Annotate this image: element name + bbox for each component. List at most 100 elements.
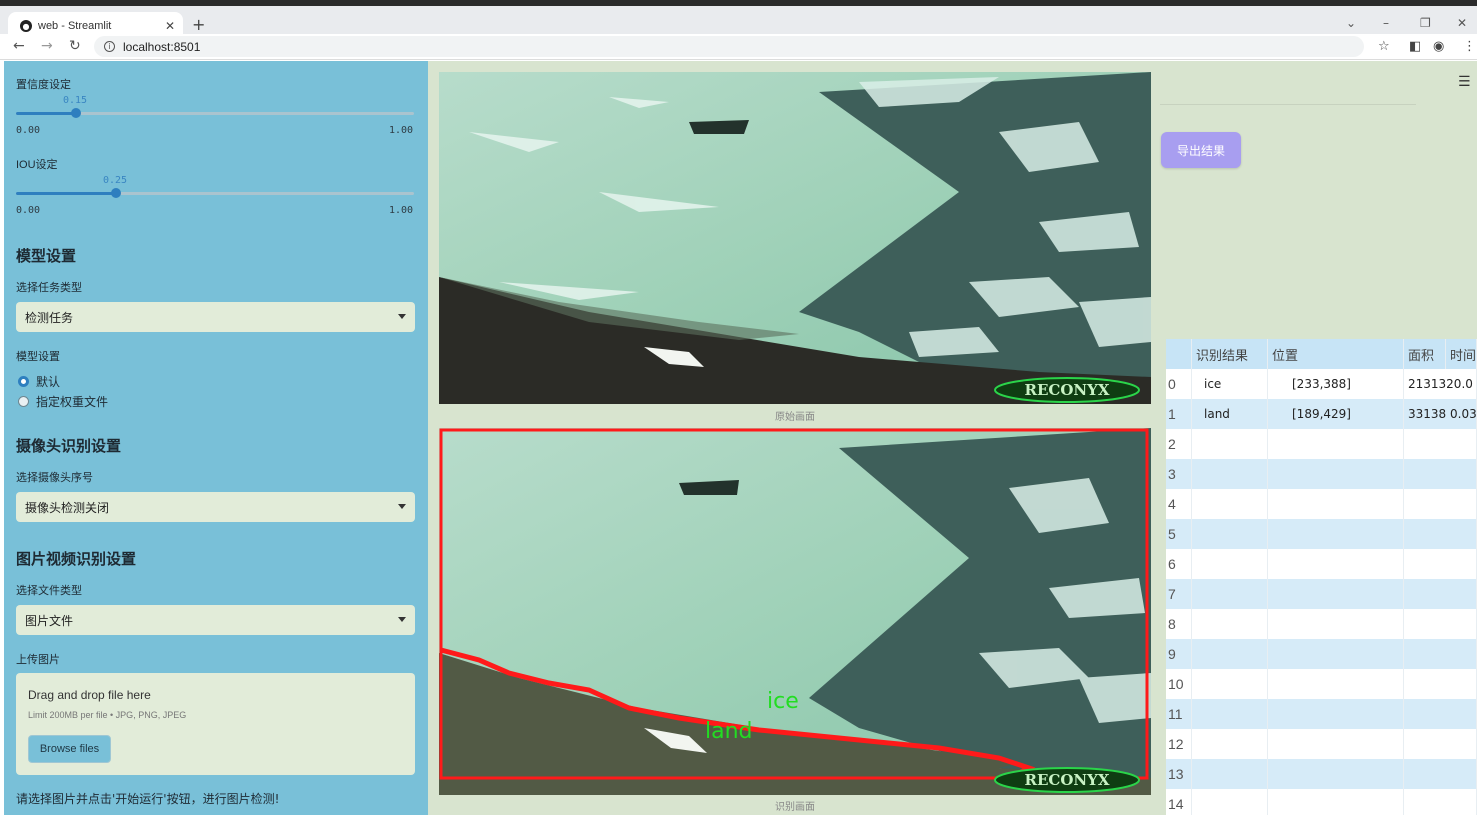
new-tab-icon[interactable]: +	[192, 15, 205, 34]
cell-position	[1268, 669, 1404, 699]
row-index: 2	[1166, 429, 1192, 459]
table-row[interactable]: 0 ice [233,388] 2131320.0	[1166, 369, 1477, 399]
camera-value: 摄像头检测关闭	[25, 500, 110, 515]
watermark-detected: RECONYX	[1025, 771, 1110, 789]
row-index: 4	[1166, 489, 1192, 519]
task-type-label: 选择任务类型	[16, 282, 82, 294]
header-index	[1166, 339, 1192, 369]
cell-area	[1404, 789, 1477, 815]
cell-area	[1404, 429, 1477, 459]
original-image: RECONYX	[439, 72, 1151, 404]
iou-slider[interactable]	[16, 188, 414, 198]
row-index: 7	[1166, 579, 1192, 609]
export-results-button[interactable]: 导出结果	[1161, 132, 1241, 168]
confidence-max: 1.00	[389, 125, 414, 136]
confidence-slider-thumb[interactable]	[70, 108, 81, 118]
cell-area	[1404, 609, 1477, 639]
cell-area	[1404, 759, 1477, 789]
url-field[interactable]: i localhost:8501	[94, 36, 1364, 57]
iou-value: 0.25	[103, 175, 128, 186]
cell-position	[1268, 729, 1404, 759]
reload-icon[interactable]: ↻	[69, 38, 81, 54]
task-type-select[interactable]: 检测任务	[16, 302, 415, 332]
cell-position	[1268, 609, 1404, 639]
confidence-slider[interactable]	[16, 108, 414, 118]
iou-max: 1.00	[389, 205, 414, 216]
confidence-slider-fill	[16, 112, 76, 115]
cell-result	[1192, 519, 1268, 549]
profile-avatar-icon[interactable]: ◉	[1433, 39, 1444, 54]
cell-area	[1404, 699, 1477, 729]
row-index: 3	[1166, 459, 1192, 489]
back-icon[interactable]: ←	[13, 38, 25, 54]
table-row[interactable]: 10	[1166, 669, 1477, 699]
cell-position: [233,388]	[1268, 369, 1404, 399]
camera-select[interactable]: 摄像头检测关闭	[16, 492, 415, 522]
cell-position	[1268, 489, 1404, 519]
header-cell[interactable]: 位置	[1268, 339, 1404, 369]
streamlit-favicon-icon: ●	[20, 20, 32, 32]
camera-heading: 摄像头识别设置	[16, 437, 122, 455]
browser-menu-icon[interactable]: ⋮	[1463, 39, 1476, 54]
table-row[interactable]: 7	[1166, 579, 1477, 609]
original-caption: 原始画面	[775, 412, 815, 423]
detection-image: ice land RECONYX	[439, 428, 1151, 795]
cell-position	[1268, 639, 1404, 669]
row-index: 9	[1166, 639, 1192, 669]
cell-result	[1192, 669, 1268, 699]
cell-area	[1404, 669, 1477, 699]
radio-default-label: 默认	[36, 375, 61, 389]
upload-label: 上传图片	[16, 654, 60, 666]
tab-close-icon[interactable]: ✕	[165, 19, 175, 33]
app-menu-icon[interactable]: ☰	[1458, 74, 1471, 90]
row-index: 10	[1166, 669, 1192, 699]
original-image-svg: RECONYX	[439, 72, 1151, 404]
detection-caption: 识别画面	[775, 802, 815, 813]
dropzone-text: Drag and drop file here	[28, 688, 151, 702]
cell-position	[1268, 459, 1404, 489]
file-dropzone[interactable]: Drag and drop file here Limit 200MB per …	[16, 673, 415, 775]
cell-area	[1404, 549, 1477, 579]
table-row[interactable]: 14	[1166, 789, 1477, 815]
table-row[interactable]: 1 land [189,429] 33138 0.03	[1166, 399, 1477, 429]
radio-default[interactable]: 默认	[18, 373, 60, 390]
side-panel-icon[interactable]: ◧	[1409, 39, 1421, 54]
minimize-icon[interactable]: –	[1383, 16, 1389, 30]
file-type-select[interactable]: 图片文件	[16, 605, 415, 635]
table-row[interactable]: 11	[1166, 699, 1477, 729]
row-index: 13	[1166, 759, 1192, 789]
table-row[interactable]: 3	[1166, 459, 1477, 489]
site-info-icon[interactable]: i	[104, 41, 115, 52]
iou-slider-thumb[interactable]	[110, 188, 121, 198]
chevron-down-icon	[398, 504, 406, 509]
window-close-icon[interactable]: ✕	[1457, 16, 1467, 30]
header-cell[interactable]: 面积	[1404, 339, 1446, 369]
header-cell[interactable]: 识别结果	[1192, 339, 1268, 369]
table-row[interactable]: 9	[1166, 639, 1477, 669]
radio-unselected-icon	[18, 396, 29, 407]
header-cell[interactable]: 时间	[1446, 339, 1477, 369]
browser-window: ● web - Streamlit ✕ + ⌄ – ❐ ✕ ← → ↻ i lo…	[0, 0, 1477, 815]
sidebar: 置信度设定 0.15 0.00 1.00 IOU设定 0.25 0.00 1.0…	[4, 61, 428, 815]
table-row[interactable]: 13	[1166, 759, 1477, 789]
detection-image-svg: ice land RECONYX	[439, 428, 1151, 795]
table-row[interactable]: 4	[1166, 489, 1477, 519]
tab-search-chevron-icon[interactable]: ⌄	[1346, 16, 1356, 30]
row-index: 8	[1166, 609, 1192, 639]
cell-result	[1192, 699, 1268, 729]
table-row[interactable]: 8	[1166, 609, 1477, 639]
table-row[interactable]: 6	[1166, 549, 1477, 579]
table-row[interactable]: 12	[1166, 729, 1477, 759]
table-row[interactable]: 5	[1166, 519, 1477, 549]
table-row[interactable]: 2	[1166, 429, 1477, 459]
radio-weights[interactable]: 指定权重文件	[18, 393, 108, 410]
watermark-original: RECONYX	[1025, 381, 1110, 399]
bookmark-star-icon[interactable]: ☆	[1378, 39, 1390, 54]
restore-icon[interactable]: ❐	[1420, 16, 1431, 30]
cell-area: 33138 0.03	[1404, 399, 1477, 429]
cell-position	[1268, 759, 1404, 789]
browse-files-button[interactable]: Browse files	[28, 735, 111, 763]
streamlit-app: 置信度设定 0.15 0.00 1.00 IOU设定 0.25 0.00 1.0…	[4, 61, 1477, 815]
forward-icon[interactable]: →	[41, 38, 53, 54]
label-land: land	[705, 719, 753, 744]
